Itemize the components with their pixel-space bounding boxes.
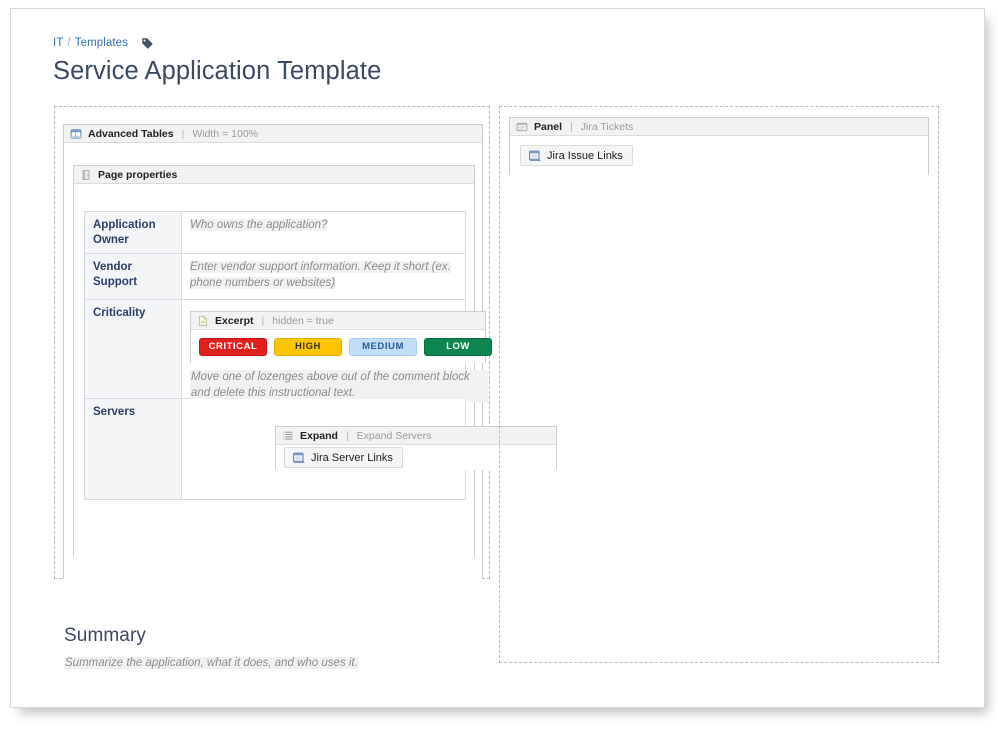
jira-macro-icon [292, 451, 305, 464]
panel-macro-pipe: | [570, 120, 573, 133]
table-row: Vendor Support Enter vendor support info… [84, 253, 466, 301]
excerpt-macro-name: Excerpt [215, 314, 254, 327]
page-properties-macro-name: Page properties [98, 168, 178, 181]
summary-placeholder-text: Summarize the application, what it does,… [64, 657, 359, 669]
table-row: Criticality Excerpt | hidden = true CRIT… [84, 299, 492, 403]
excerpt-macro-body: CRITICAL HIGH MEDIUM LOW [191, 330, 492, 364]
page-frame: IT / Templates Service Application Templ… [10, 8, 985, 708]
breadcrumb-link-templates[interactable]: Templates [75, 37, 128, 49]
table-cell-value[interactable]: Enter vendor support information. Keep i… [181, 253, 466, 301]
panel-macro-body: Jira Issue Links [510, 136, 928, 175]
criticality-lozenge-high[interactable]: HIGH [274, 338, 342, 356]
page-properties-icon [80, 169, 92, 181]
breadcrumb-separator: / [67, 36, 71, 49]
table-cell-value[interactable]: Who owns the application? [181, 210, 466, 255]
application-owner-placeholder: Who owns the application? [190, 219, 328, 231]
table-row: Application Owner Who owns the applicati… [84, 210, 466, 255]
layout-column-left: Advanced Tables | Width = 100% Page prop… [54, 106, 557, 669]
breadcrumb: IT / Templates [53, 36, 154, 49]
jira-server-links-chip[interactable]: Jira Server Links [284, 447, 403, 469]
table-cell-criticality[interactable]: Excerpt | hidden = true CRITICAL HIGH MEDI… [181, 299, 492, 403]
panel-macro[interactable]: Panel | Jira Tickets Jira Issue Links [509, 117, 929, 175]
advanced-tables-macro[interactable]: Advanced Tables | Width = 100% Page prop… [63, 124, 557, 579]
vendor-support-placeholder: Enter vendor support information. Keep i… [190, 261, 451, 289]
page-title: Service Application Template [53, 57, 382, 85]
expand-macro-param: Expand Servers [356, 429, 432, 442]
table-cell-key: Criticality [84, 299, 182, 400]
tag-icon[interactable] [141, 37, 154, 50]
advanced-tables-macro-header: Advanced Tables | Width = 100% [64, 125, 482, 143]
criticality-lozenge-critical[interactable]: CRITICAL [199, 338, 267, 356]
excerpt-macro[interactable]: Excerpt | hidden = true CRITICAL HIGH MEDI… [190, 311, 492, 364]
excerpt-page-icon [197, 315, 209, 327]
table-cell-key: Servers [84, 398, 182, 501]
jira-issue-links-label: Jira Issue Links [547, 149, 623, 162]
jira-issue-links-chip[interactable]: Jira Issue Links [520, 145, 633, 166]
advanced-tables-macro-pipe: | [181, 127, 185, 140]
criticality-instructional-text: Move one of lozenges above out of the co… [190, 370, 488, 403]
page-properties-macro-body: Application Owner Who owns the applicati… [74, 184, 557, 557]
excerpt-macro-header: Excerpt | hidden = true [191, 312, 485, 331]
page-properties-table: Application Owner Who owns the applicati… [84, 210, 557, 501]
advanced-tables-macro-param: Width = 100% [192, 127, 258, 140]
breadcrumb-link-it[interactable]: IT [53, 37, 63, 49]
criticality-lozenge-low[interactable]: LOW [424, 338, 492, 356]
expand-macro-name: Expand [300, 429, 338, 442]
summary-heading: Summary [64, 625, 146, 646]
advanced-tables-macro-name: Advanced Tables [88, 127, 174, 140]
jira-server-links-label: Jira Server Links [311, 451, 393, 464]
expand-macro-icon [282, 430, 294, 442]
page-properties-macro[interactable]: Page properties Application Owner Who ow… [73, 165, 557, 557]
table-macro-icon [70, 128, 82, 140]
panel-macro-icon [516, 121, 528, 133]
page-properties-macro-header: Page properties [74, 166, 474, 184]
excerpt-macro-pipe: | [261, 314, 265, 327]
advanced-tables-macro-body: Page properties Application Owner Who ow… [64, 143, 557, 579]
table-row: Servers Expand | Expand Servers Jira Ser… [84, 398, 557, 501]
table-cell-key: Vendor Support [84, 253, 182, 301]
criticality-lozenge-medium[interactable]: MEDIUM [349, 338, 417, 356]
table-cell-key: Application Owner [84, 210, 182, 255]
layout-column-right: Panel | Jira Tickets Jira Issue Links [499, 106, 939, 663]
panel-macro-param: Jira Tickets [580, 120, 634, 133]
excerpt-macro-param: hidden = true [272, 314, 334, 327]
table-cell-servers[interactable]: Expand | Expand Servers Jira Server Link… [181, 398, 557, 501]
expand-macro-pipe: | [345, 429, 349, 442]
criticality-lozenge-row: CRITICAL HIGH MEDIUM LOW [199, 338, 492, 356]
jira-macro-icon [528, 149, 541, 162]
panel-macro-header: Panel | Jira Tickets [510, 118, 928, 136]
panel-macro-name: Panel [534, 120, 563, 133]
